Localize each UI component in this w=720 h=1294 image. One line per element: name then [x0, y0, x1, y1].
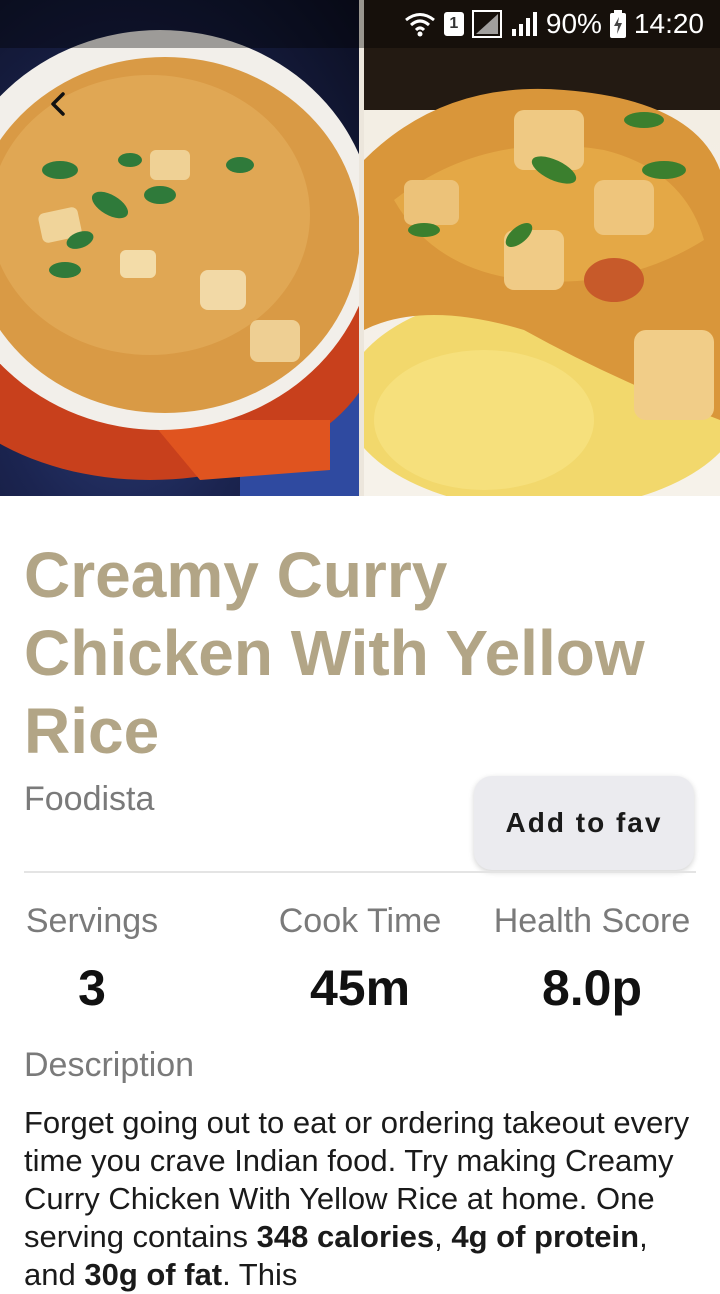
wifi-icon: [404, 11, 436, 37]
signal-strength-icon: [471, 10, 502, 38]
cook-time-value: 45m: [309, 960, 411, 1016]
section-divider: [24, 871, 696, 873]
cellular-signal-icon: [510, 11, 538, 37]
cook-time-stat: Cook Time 45m: [272, 902, 448, 1017]
health-score-label: Health Score: [493, 902, 691, 940]
health-score-stat: Health Score 8.0p: [488, 902, 696, 1017]
description-text: Forget going out to eat or ordering take…: [24, 1104, 704, 1294]
servings-stat: Servings 3: [24, 902, 160, 1017]
curry-rice-photo: [364, 0, 720, 496]
fat-highlight: 30g of fat: [84, 1257, 223, 1292]
servings-value: 3: [78, 960, 106, 1016]
back-button[interactable]: [38, 84, 78, 124]
clock: 14:20: [633, 8, 704, 39]
cook-time-label: Cook Time: [278, 902, 442, 940]
description-text-part: ,: [434, 1219, 452, 1254]
chevron-left-icon: [51, 92, 65, 116]
battery-charging-icon: [609, 10, 626, 38]
battery-percent: 90%: [545, 8, 602, 39]
status-bar: 1 90% 14:20: [0, 0, 720, 48]
sim-indicator: 1: [443, 12, 464, 36]
calories-highlight: 348 calories: [256, 1219, 435, 1254]
curry-pot-photo: [0, 0, 359, 496]
description-text-part: . This: [222, 1257, 298, 1292]
description-label: Description: [24, 1046, 195, 1084]
health-score-value: 8.0p: [541, 960, 643, 1016]
protein-highlight: 4g of protein: [451, 1219, 640, 1254]
recipe-source: Foodista: [24, 780, 155, 818]
recipe-hero-image: 1 90% 14:20: [0, 0, 720, 496]
recipe-title: Creamy Curry Chicken With Yellow Rice: [24, 539, 645, 767]
add-to-fav-button[interactable]: Add to fav: [474, 776, 694, 870]
servings-label: Servings: [25, 902, 159, 940]
